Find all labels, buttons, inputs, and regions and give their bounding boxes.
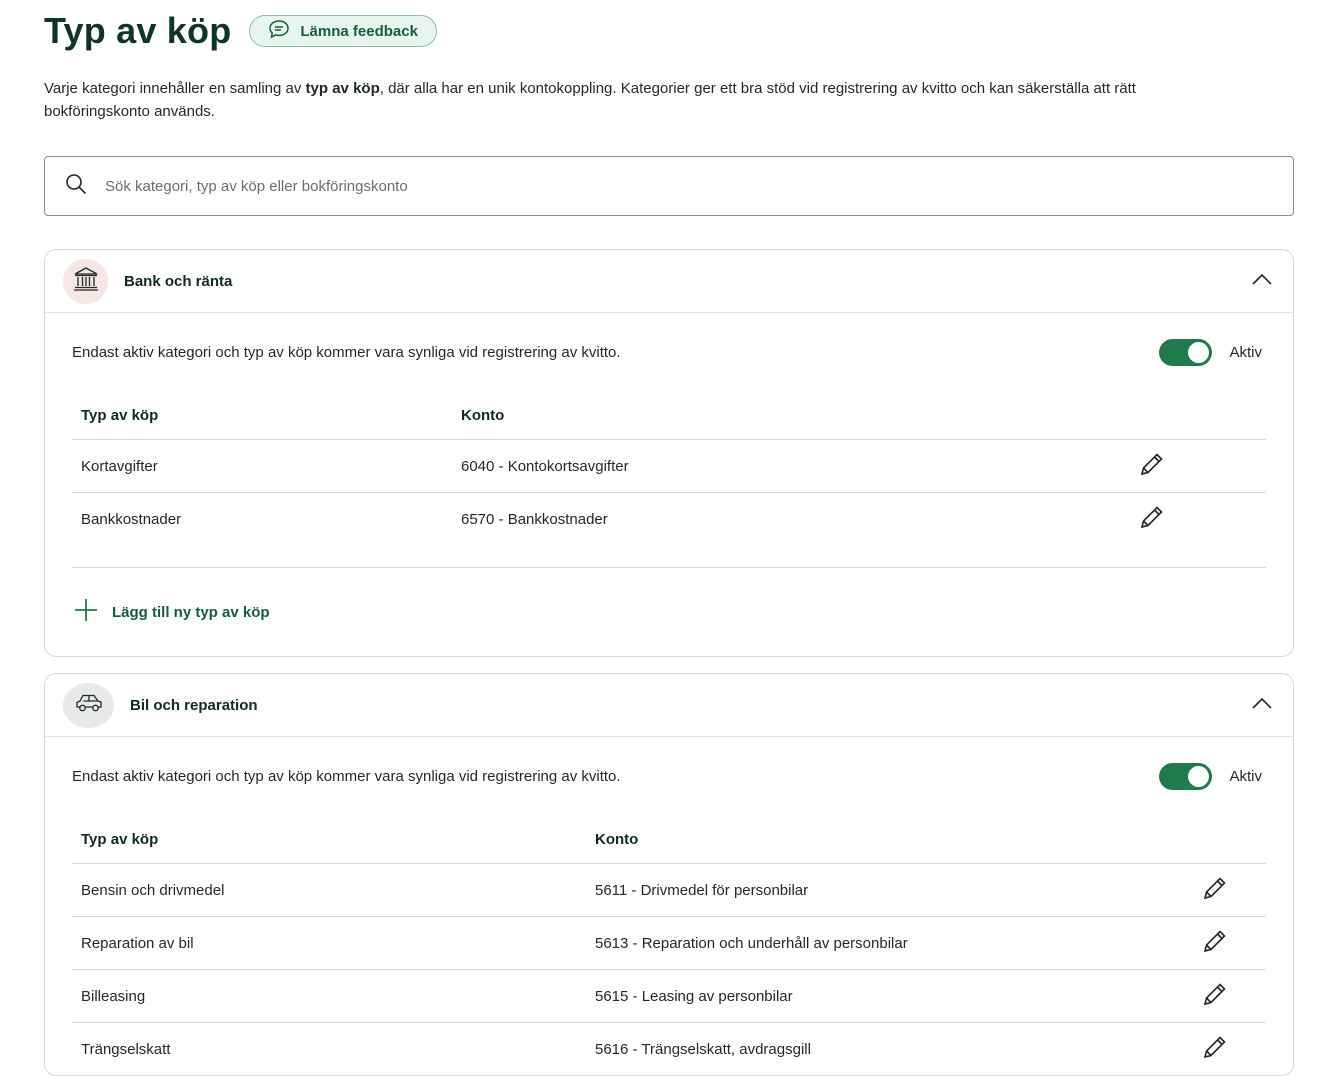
account-cell: 5613 - Reparation och underhåll av perso…	[586, 916, 1192, 970]
table-header-row: Typ av köp Konto	[72, 391, 1266, 440]
page-header: Typ av köp Lämna feedback	[44, 0, 1294, 62]
column-header-actions	[1129, 391, 1266, 440]
active-row: Endast aktiv kategori och typ av köp kom…	[72, 737, 1266, 815]
edit-cell	[1129, 439, 1266, 493]
purchase-type-cell: Billeasing	[72, 969, 586, 1023]
intro-text-start: Varje kategori innehåller en samling av	[44, 80, 306, 97]
page-title: Typ av köp	[44, 10, 232, 51]
active-label: Aktiv	[1229, 767, 1262, 785]
active-label: Aktiv	[1229, 343, 1262, 361]
account-cell: 5616 - Trängselskatt, avdragsgill	[586, 1022, 1192, 1075]
purchase-type-cell: Reparation av bil	[72, 916, 586, 970]
table-header-row: Typ av köp Konto	[72, 815, 1266, 864]
category-header-bank[interactable]: Bank och ränta	[45, 250, 1293, 313]
purchase-type-cell: Bankkostnader	[72, 492, 452, 545]
category-body: Endast aktiv kategori och typ av köp kom…	[45, 313, 1293, 656]
purchase-type-cell: Bensin och drivmedel	[72, 863, 586, 917]
purchase-type-cell: Kortavgifter	[72, 439, 452, 493]
pencil-icon[interactable]	[1138, 506, 1166, 535]
category-card-car: Bil och reparation Endast aktiv kategori…	[44, 673, 1294, 1076]
toggle-knob	[1188, 765, 1210, 787]
purchase-type-table: Typ av köp Konto Kortavgifter 6040 - Kon…	[72, 391, 1266, 545]
column-header-type: Typ av köp	[81, 830, 159, 848]
active-row: Endast aktiv kategori och typ av köp kom…	[72, 313, 1266, 391]
category-name: Bil och reparation	[130, 696, 258, 714]
active-toggle[interactable]	[1159, 762, 1213, 790]
edit-cell	[1192, 916, 1266, 970]
account-cell: 5611 - Drivmedel för personbilar	[586, 863, 1192, 917]
search-input[interactable]	[103, 176, 1207, 196]
chat-bubble-icon	[268, 19, 290, 43]
category-icon-bg	[63, 682, 114, 728]
table-row: Bensin och drivmedel 5611 - Drivmedel fö…	[72, 863, 1266, 917]
car-icon	[74, 692, 104, 719]
intro-text-bold: typ av köp	[305, 80, 380, 97]
category-card-bank: Bank och ränta Endast aktiv kategori och…	[44, 249, 1294, 657]
toggle-knob	[1188, 341, 1210, 363]
category-icon-bg	[63, 258, 108, 304]
column-header-type: Typ av köp	[81, 406, 159, 424]
intro-text: Varje kategori innehåller en samling av …	[44, 77, 1244, 123]
account-cell: 6040 - Kontokortsavgifter	[452, 439, 1129, 493]
edit-cell	[1129, 492, 1266, 545]
edit-cell	[1192, 1022, 1266, 1075]
pencil-icon[interactable]	[1201, 877, 1229, 906]
pencil-icon[interactable]	[1201, 1036, 1229, 1065]
active-info-text: Endast aktiv kategori och typ av köp kom…	[72, 767, 621, 785]
bank-icon	[73, 266, 99, 297]
search-icon	[65, 173, 87, 200]
pencil-icon[interactable]	[1138, 453, 1166, 482]
category-name: Bank och ränta	[124, 272, 233, 290]
account-cell: 5615 - Leasing av personbilar	[586, 969, 1192, 1023]
feedback-button[interactable]: Lämna feedback	[249, 15, 437, 47]
purchase-type-table: Typ av köp Konto Bensin och drivmedel 56…	[72, 815, 1266, 1075]
plus-icon	[74, 598, 98, 626]
column-header-actions	[1192, 815, 1266, 864]
table-row: Reparation av bil 5613 - Reparation och …	[72, 916, 1266, 970]
chevron-up-icon[interactable]	[1251, 272, 1273, 291]
add-purchase-type-label: Lägg till ny typ av köp	[112, 603, 270, 621]
table-row: Kortavgifter 6040 - Kontokortsavgifter	[72, 439, 1266, 493]
add-purchase-type-button[interactable]: Lägg till ny typ av köp	[72, 598, 270, 626]
active-toggle[interactable]	[1159, 338, 1213, 366]
search-box	[44, 156, 1294, 216]
pencil-icon[interactable]	[1201, 930, 1229, 959]
add-row: Lägg till ny typ av köp	[72, 567, 1266, 656]
table-row: Bankkostnader 6570 - Bankkostnader	[72, 492, 1266, 545]
active-info-text: Endast aktiv kategori och typ av köp kom…	[72, 343, 621, 361]
category-body: Endast aktiv kategori och typ av köp kom…	[45, 737, 1293, 1075]
column-header-account: Konto	[461, 406, 505, 424]
edit-cell	[1192, 969, 1266, 1023]
column-header-account: Konto	[595, 830, 639, 848]
table-row: Billeasing 5615 - Leasing av personbilar	[72, 969, 1266, 1023]
edit-cell	[1192, 863, 1266, 917]
table-row: Trängselskatt 5616 - Trängselskatt, avdr…	[72, 1022, 1266, 1075]
category-header-car[interactable]: Bil och reparation	[45, 674, 1293, 737]
pencil-icon[interactable]	[1201, 983, 1229, 1012]
chevron-up-icon[interactable]	[1251, 696, 1273, 715]
purchase-type-cell: Trängselskatt	[72, 1022, 586, 1075]
feedback-label: Lämna feedback	[300, 22, 418, 40]
account-cell: 6570 - Bankkostnader	[452, 492, 1129, 545]
